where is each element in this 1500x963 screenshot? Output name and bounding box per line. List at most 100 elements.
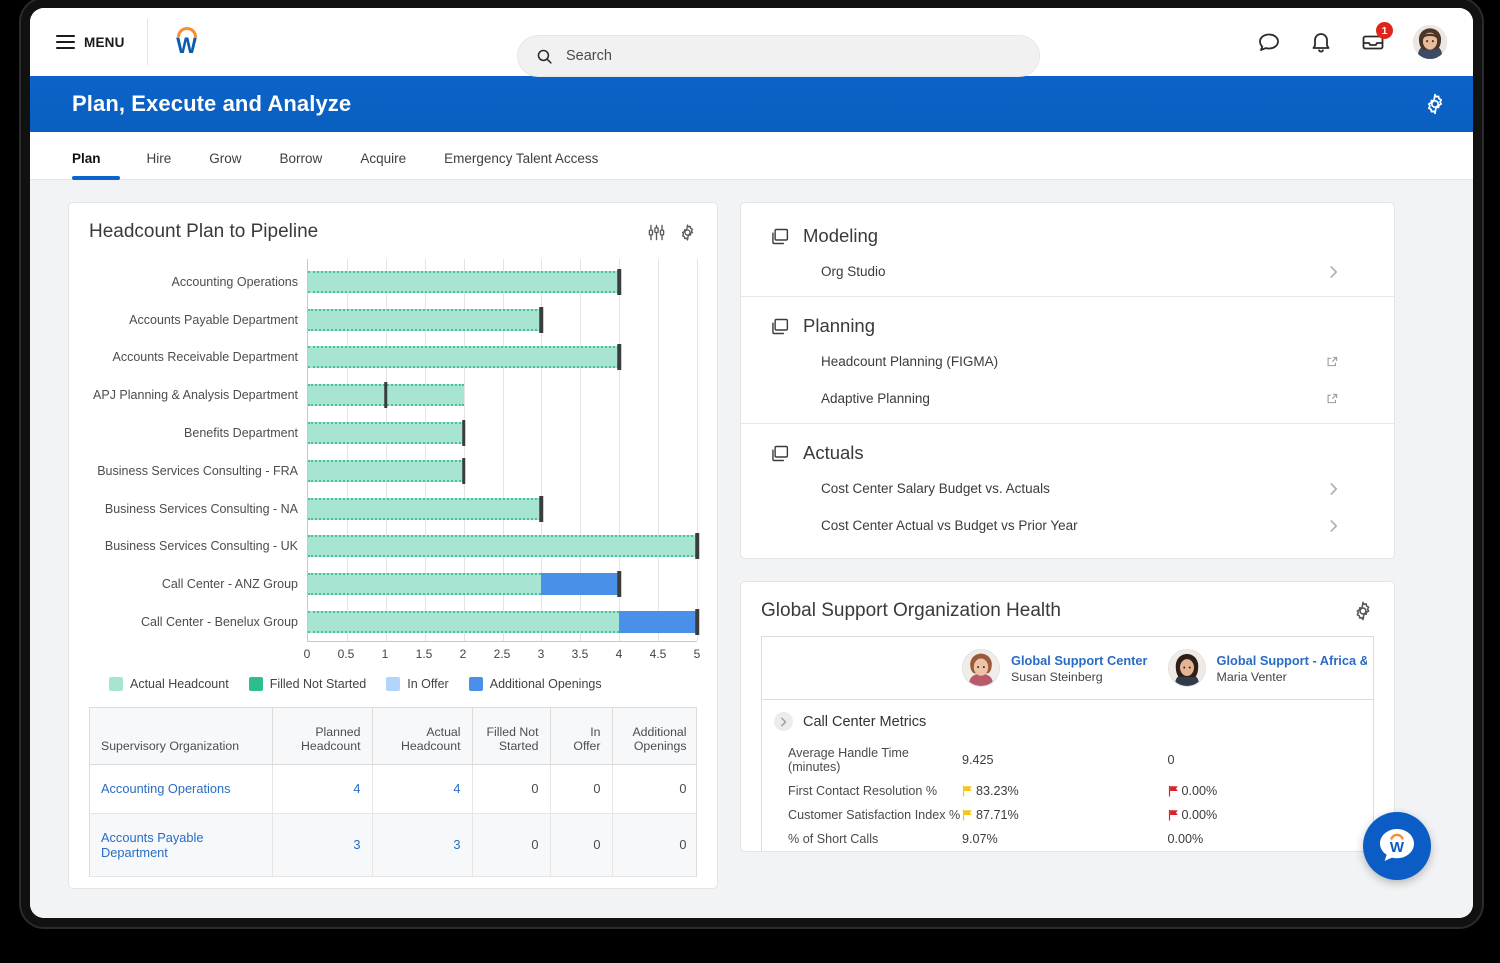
col-actual-headcount[interactable]: Actual Headcount <box>372 708 472 764</box>
chevron-right-icon <box>1329 519 1338 533</box>
metric-label: Customer Satisfaction Index % <box>762 808 962 822</box>
legend-item[interactable]: Additional Openings <box>469 677 602 691</box>
chart-bar-segment <box>308 422 464 444</box>
external-link-icon <box>1327 356 1338 367</box>
metric-row: Customer Satisfaction Index % 87.71% 0.0… <box>762 803 1373 827</box>
chart-bar-segment <box>541 573 619 595</box>
tab-emergency-talent-access[interactable]: Emergency Talent Access <box>425 151 617 179</box>
metric-label: First Contact Resolution % <box>762 784 962 798</box>
chart-category-label: Business Services Consulting - FRA <box>89 452 307 490</box>
health-column-2: Global Support - Africa & I Maria Venter <box>1168 637 1374 699</box>
chart-bar-row[interactable] <box>308 414 697 452</box>
chart-bar-row[interactable] <box>308 376 697 414</box>
cell-organization[interactable]: Accounting Operations <box>90 764 272 813</box>
gear-icon <box>678 223 697 242</box>
links-section: Planning Headcount Planning (FIGMA) Adapt… <box>741 296 1394 423</box>
planned-headcount-marker <box>617 344 621 370</box>
menu-button[interactable]: MENU <box>30 8 147 76</box>
expand-collapse-button[interactable] <box>774 712 793 731</box>
chart-bar-segment <box>308 309 541 331</box>
notifications-button[interactable] <box>1309 30 1333 54</box>
tab-borrow[interactable]: Borrow <box>261 151 342 179</box>
links-section-title: Modeling <box>803 225 878 247</box>
chart-bar-row[interactable] <box>308 490 697 528</box>
metric-value: 0.00% <box>1168 784 1374 798</box>
chart-category-label: Accounting Operations <box>89 263 307 301</box>
avatar[interactable] <box>1413 25 1447 59</box>
avatar[interactable] <box>1168 649 1206 687</box>
headcount-bar-chart: Accounting OperationsAccounts Payable De… <box>89 259 697 641</box>
search-placeholder: Search <box>566 48 612 64</box>
link-label: Headcount Planning (FIGMA) <box>821 354 998 369</box>
organization-link[interactable]: Accounting Operations <box>101 781 230 796</box>
chevron-right-icon <box>1329 482 1338 496</box>
link-label: Org Studio <box>821 264 886 279</box>
link-row[interactable]: Cost Center Actual vs Budget vs Prior Ye… <box>769 507 1366 544</box>
gear-icon <box>1352 600 1374 622</box>
chart-settings-button[interactable] <box>678 223 697 242</box>
link-row[interactable]: Org Studio <box>769 253 1366 290</box>
x-axis-tick: 3.5 <box>572 647 589 661</box>
health-org-link[interactable]: Global Support Center <box>1011 653 1148 668</box>
x-axis-tick: 0.5 <box>338 647 355 661</box>
tab-grow[interactable]: Grow <box>190 151 260 179</box>
chart-bar-row[interactable] <box>308 603 697 641</box>
health-org-link[interactable]: Global Support - Africa & I <box>1217 653 1368 668</box>
workday-assistant-button[interactable]: W <box>1363 812 1431 880</box>
chevron-right-icon <box>1329 265 1338 279</box>
cell-planned: 4 <box>272 764 372 813</box>
chart-bar-row[interactable] <box>308 263 697 301</box>
organization-link[interactable]: Accounts Payable Department <box>101 830 203 860</box>
health-settings-button[interactable] <box>1352 600 1374 622</box>
headcount-table: Supervisory Organization Planned Headcou… <box>90 708 697 877</box>
chat-button[interactable] <box>1257 30 1281 54</box>
col-filled-not-started[interactable]: Filled Not Started <box>472 708 550 764</box>
chart-bar-row[interactable] <box>308 339 697 377</box>
links-section-header: Actuals <box>769 442 1366 464</box>
filter-sliders-button[interactable] <box>647 223 666 242</box>
inbox-button[interactable]: 1 <box>1361 30 1385 54</box>
legend-item[interactable]: In Offer <box>386 677 448 691</box>
col-planned-headcount[interactable]: Planned Headcount <box>272 708 372 764</box>
links-section-title: Planning <box>803 315 875 337</box>
banner-settings-button[interactable] <box>1423 92 1447 116</box>
link-label: Cost Center Salary Budget vs. Actuals <box>821 481 1050 496</box>
tab-hire[interactable]: Hire <box>128 151 191 179</box>
link-row[interactable]: Adaptive Planning <box>769 380 1366 417</box>
cell-organization[interactable]: Accounts Payable Department <box>90 813 272 876</box>
metric-row: First Contact Resolution % 83.23% 0.00% <box>762 779 1373 803</box>
legend-item[interactable]: Actual Headcount <box>109 677 229 691</box>
chart-bar-segment <box>308 498 541 520</box>
chart-bar-row[interactable] <box>308 565 697 603</box>
col-in-offer[interactable]: In Offer <box>550 708 612 764</box>
col-supervisory-organization[interactable]: Supervisory Organization <box>90 708 272 764</box>
search-input[interactable]: Search <box>517 35 1040 77</box>
health-column-1: Global Support Center Susan Steinberg <box>962 637 1168 699</box>
metric-value-text: 9.07% <box>962 832 998 846</box>
tab-acquire[interactable]: Acquire <box>341 151 425 179</box>
x-axis-tick: 4 <box>616 647 623 661</box>
chart-bar-segment <box>308 346 619 368</box>
planned-headcount-marker <box>540 307 544 333</box>
chart-bar-row[interactable] <box>308 301 697 339</box>
metric-value: 83.23% <box>962 784 1168 798</box>
chart-bar-row[interactable] <box>308 452 697 490</box>
metric-label: % of Short Calls <box>762 832 962 846</box>
health-card-header: Global Support Organization Health <box>761 600 1374 622</box>
cell-offer: 0 <box>550 764 612 813</box>
col-additional-openings[interactable]: Additional Openings <box>612 708 697 764</box>
metric-group-header: Call Center Metrics <box>762 700 1373 741</box>
chart-bar-row[interactable] <box>308 528 697 566</box>
legend-item[interactable]: Filled Not Started <box>249 677 367 691</box>
metric-value: 9.07% <box>962 832 1168 846</box>
workday-logo[interactable]: W <box>148 8 226 76</box>
health-header-spacer <box>762 637 962 699</box>
bell-icon <box>1309 30 1333 54</box>
tab-plan[interactable]: Plan <box>72 151 120 179</box>
cell-filled: 0 <box>472 764 550 813</box>
avatar[interactable] <box>962 649 1000 687</box>
link-row[interactable]: Cost Center Salary Budget vs. Actuals <box>769 470 1366 507</box>
metric-group-title: Call Center Metrics <box>803 714 926 730</box>
link-row[interactable]: Headcount Planning (FIGMA) <box>769 343 1366 380</box>
chart-bar-segment <box>308 271 619 293</box>
